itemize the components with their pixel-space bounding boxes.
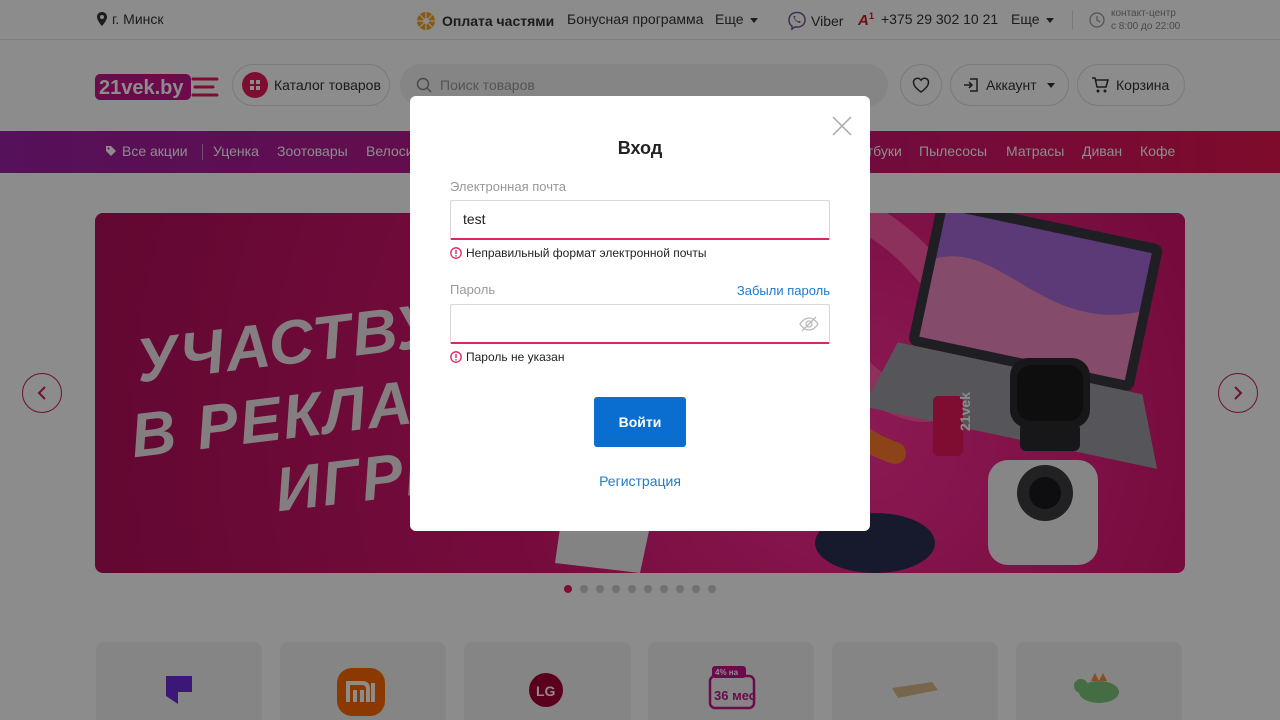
email-label: Электронная почта xyxy=(450,179,567,194)
password-field[interactable] xyxy=(451,305,781,341)
register-link[interactable]: Регистрация xyxy=(410,473,870,489)
close-icon[interactable] xyxy=(828,112,856,140)
password-label: Пароль xyxy=(450,282,496,297)
email-error: Неправильный формат электронной почты xyxy=(450,246,707,260)
login-modal: Вход Электронная почта Неправильный форм… xyxy=(410,96,870,531)
password-error-text: Пароль не указан xyxy=(466,350,565,364)
password-error: Пароль не указан xyxy=(450,350,564,364)
error-icon xyxy=(450,247,462,259)
forgot-password-link[interactable]: Забыли пароль xyxy=(737,283,830,298)
email-error-text: Неправильный формат электронной почты xyxy=(466,246,707,260)
email-field[interactable] xyxy=(451,201,781,237)
email-field-wrapper xyxy=(450,200,830,240)
password-field-wrapper xyxy=(450,304,830,344)
login-button[interactable]: Войти xyxy=(594,397,686,447)
error-icon xyxy=(450,351,462,363)
modal-title: Вход xyxy=(617,138,663,158)
eye-off-icon[interactable] xyxy=(799,316,819,332)
